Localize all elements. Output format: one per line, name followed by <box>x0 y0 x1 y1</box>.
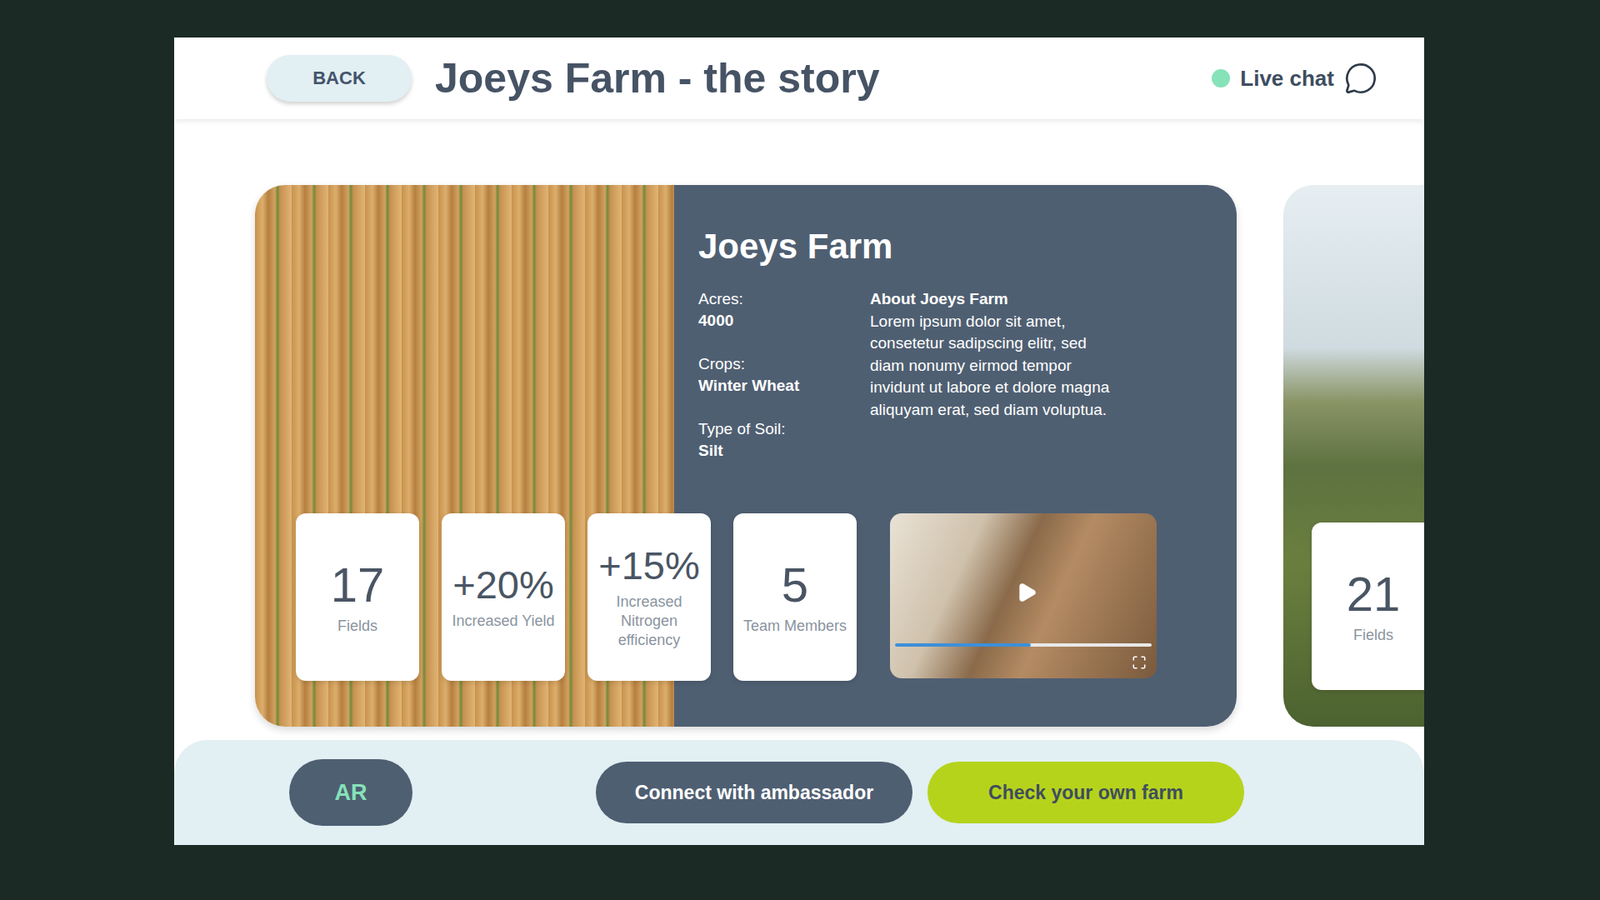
about-title: About Joeys Farm <box>870 288 1120 311</box>
farm-card: Joeys Farm Acres:4000 Crops:Winter Wheat Ty… <box>255 185 1237 727</box>
status-dot <box>1211 69 1230 88</box>
fact-value: 4000 <box>698 310 870 332</box>
ar-button[interactable]: AR <box>289 759 413 826</box>
fact: Acres:4000 <box>698 288 870 332</box>
farm-card-preview[interactable]: 21 Fields <box>1283 185 1425 727</box>
stat-value: 5 <box>781 558 809 612</box>
play-icon[interactable] <box>1015 580 1039 605</box>
screen: BACK Joeys Farm - the story Live chat Joeys… <box>0 0 1600 900</box>
stat-label: Fields <box>337 616 378 636</box>
stat-card: +20% Increased Yield <box>441 513 565 681</box>
stat-value: +20% <box>452 563 555 607</box>
stat-card: 5 Team Members <box>733 513 857 681</box>
fact: Crops:Winter Wheat <box>698 353 870 397</box>
facts: Acres:4000 Crops:Winter Wheat Type of Soil… <box>698 288 870 462</box>
fact-value: Silt <box>698 440 870 462</box>
video-progress[interactable] <box>895 643 1152 647</box>
farm-info: Joeys Farm Acres:4000 Crops:Winter Wheat Ty… <box>295 185 1237 462</box>
fact-label: Crops: <box>698 353 870 375</box>
live-chat[interactable]: Live chat <box>1211 61 1378 95</box>
page-title: Joeys Farm - the story <box>435 54 1189 103</box>
action-bar: AR Connect with ambassadorCheck your own … <box>174 740 1425 845</box>
stat-label: Increased Yield <box>451 611 555 631</box>
primary-button[interactable]: Check your own farm <box>927 761 1245 824</box>
farm-carousel[interactable]: Joeys Farm Acres:4000 Crops:Winter Wheat Ty… <box>174 119 1425 740</box>
chat-bubble-icon <box>1344 61 1378 95</box>
stat-card: 17 Fields <box>295 513 420 681</box>
stat-card: +15%Increased Nitrogen efficiency <box>587 513 711 681</box>
about: About Joeys FarmLorem ipsum dolor sit am… <box>870 288 1120 462</box>
info-row: Acres:4000 Crops:Winter Wheat Type of Soil… <box>698 288 1204 462</box>
video-progress-fill <box>895 643 1031 647</box>
stat-value: 21 <box>1346 567 1401 621</box>
fact-label: Acres: <box>698 288 870 310</box>
secondary-button[interactable]: Connect with ambassador <box>595 761 913 824</box>
stat-label: Increased Nitrogen efficiency <box>594 592 705 650</box>
app-panel: BACK Joeys Farm - the story Live chat Joeys… <box>174 37 1425 845</box>
back-button[interactable]: BACK <box>266 55 412 102</box>
about-text: Lorem ipsum dolor sit amet, consetetur s… <box>870 310 1120 422</box>
fact-label: Type of Soil: <box>698 418 870 440</box>
fullscreen-icon[interactable] <box>1131 655 1147 670</box>
fact: Type of Soil:Silt <box>698 418 870 462</box>
stat-value: +15% <box>598 544 700 588</box>
header: BACK Joeys Farm - the story Live chat <box>174 37 1425 120</box>
stats-row: 17 Fields +20% Increased Yield +15%Increased… <box>295 513 1237 681</box>
live-chat-label: Live chat <box>1240 65 1335 92</box>
stat-label: Team Members <box>743 616 847 636</box>
fact-value: Winter Wheat <box>698 375 870 397</box>
video-player[interactable] <box>890 513 1157 679</box>
stat-value: 17 <box>330 558 385 612</box>
farm-name: Joeys Farm <box>698 226 1204 267</box>
stat-label: Fields <box>1353 625 1394 645</box>
stat-card: 21 Fields <box>1311 522 1425 690</box>
